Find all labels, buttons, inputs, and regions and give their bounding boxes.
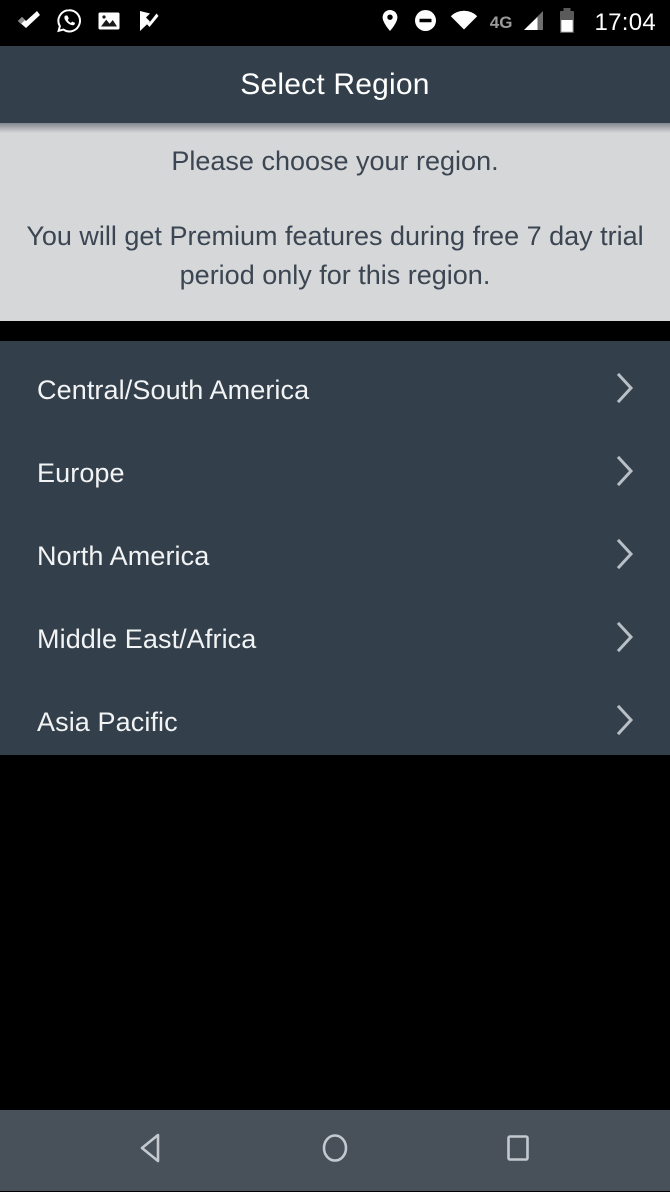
chevron-right-icon (614, 620, 636, 659)
instructions-secondary-text: You will get Premium features during fre… (26, 221, 644, 290)
back-triangle-icon (135, 1131, 169, 1170)
region-row-europe[interactable]: Europe (0, 432, 670, 515)
nav-recents-button[interactable] (478, 1109, 558, 1192)
nav-home-button[interactable] (295, 1109, 375, 1192)
task-check-icon (136, 8, 162, 39)
region-row-middle-east-africa[interactable]: Middle East/Africa (0, 598, 670, 681)
chevron-right-icon (614, 371, 636, 410)
region-label: Middle East/Africa (37, 624, 257, 654)
recents-square-icon (501, 1131, 535, 1170)
battery-icon (558, 7, 576, 40)
region-list: Central/South America Europe North Ameri… (0, 341, 670, 755)
image-gallery-icon (96, 8, 122, 39)
location-pin-icon (379, 8, 401, 39)
checkmark-icon (16, 8, 42, 39)
region-label: Central/South America (37, 375, 310, 405)
clock-label: 17:04 (594, 9, 656, 36)
android-navigation-bar (0, 1108, 670, 1191)
chevron-right-icon (614, 703, 636, 742)
cellular-signal-icon (520, 9, 546, 38)
page-title: Select Region (240, 67, 430, 101)
app-title-bar: Select Region (0, 46, 670, 123)
chevron-right-icon (614, 537, 636, 576)
region-label: North America (37, 541, 210, 571)
do-not-disturb-icon (413, 8, 438, 38)
region-row-north-america[interactable]: North America (0, 515, 670, 598)
wifi-icon (450, 9, 478, 38)
status-bar-notification-icons (16, 8, 162, 39)
instructions-panel: Please choose your region. You will get … (0, 123, 670, 321)
separator-band (0, 321, 670, 341)
network-type-label: 4G (489, 13, 513, 32)
phone-screen: 4G 17:04 Select Region Please choose you… (0, 0, 670, 1191)
empty-content-area (0, 755, 670, 1108)
region-row-asia-pacific[interactable]: Asia Pacific (0, 681, 670, 764)
region-label: Europe (37, 458, 125, 488)
nav-back-button[interactable] (112, 1109, 192, 1192)
instructions-primary-text: Please choose your region. (171, 146, 499, 176)
status-bar: 4G 17:04 (0, 0, 670, 46)
region-label: Asia Pacific (37, 707, 178, 737)
chevron-right-icon (614, 454, 636, 493)
home-circle-icon (318, 1131, 352, 1170)
status-bar-system-icons: 4G 17:04 (379, 7, 656, 40)
whatsapp-icon (56, 8, 82, 39)
region-row-central-south-america[interactable]: Central/South America (0, 349, 670, 432)
